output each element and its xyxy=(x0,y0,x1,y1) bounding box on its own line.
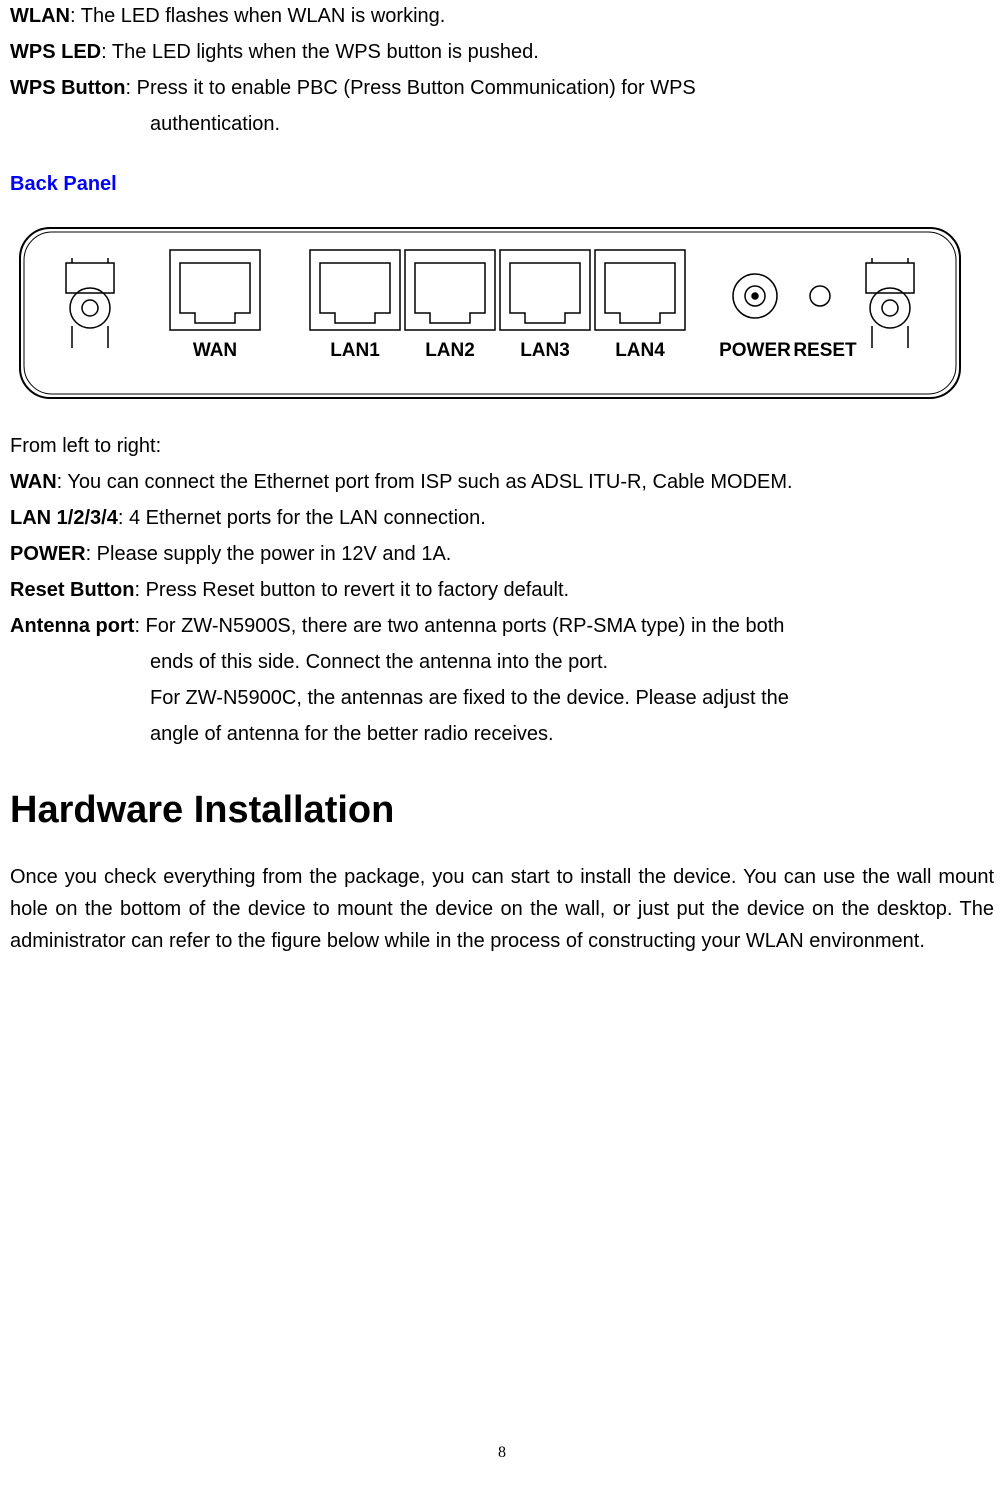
wlan-desc: : The LED flashes when WLAN is working. xyxy=(70,5,445,27)
panel-label-reset: RESET xyxy=(793,340,857,361)
power-desc: : Please supply the power in 12V and 1A. xyxy=(86,543,452,565)
panel-label-wan: WAN xyxy=(193,340,237,361)
wan-term: WAN xyxy=(10,471,57,493)
reset-term: Reset Button xyxy=(10,579,134,601)
lan-term: LAN 1/2/3/4 xyxy=(10,507,118,529)
lan-definition: LAN 1/2/3/4: 4 Ethernet ports for the LA… xyxy=(10,502,994,534)
page-number: 8 xyxy=(0,1440,1004,1466)
antenna-continuation-2: For ZW-N5900C, the antennas are fixed to… xyxy=(150,682,994,714)
panel-label-power: POWER xyxy=(719,340,791,361)
panel-label-lan4: LAN4 xyxy=(615,340,665,361)
panel-label-lan1: LAN1 xyxy=(330,340,380,361)
panel-label-lan3: LAN3 xyxy=(520,340,570,361)
wps-button-term: WPS Button xyxy=(10,77,126,99)
wan-desc: : You can connect the Ethernet port from… xyxy=(57,471,793,493)
lan-desc: : 4 Ethernet ports for the LAN connectio… xyxy=(118,507,486,529)
power-term: POWER xyxy=(10,543,86,565)
wps-button-desc: : Press it to enable PBC (Press Button C… xyxy=(126,77,696,99)
hardware-paragraph: Once you check everything from the packa… xyxy=(10,861,994,957)
wps-button-continuation: authentication. xyxy=(150,108,994,140)
back-panel-diagram: WAN LAN1 LAN2 LAN3 LAN4 POWER RESET xyxy=(10,208,994,418)
wps-led-desc: : The LED lights when the WPS button is … xyxy=(101,41,539,63)
antenna-continuation-3: angle of antenna for the better radio re… xyxy=(150,718,994,750)
wlan-definition: WLAN: The LED flashes when WLAN is worki… xyxy=(10,0,994,32)
power-definition: POWER: Please supply the power in 12V an… xyxy=(10,538,994,570)
wps-button-definition: WPS Button: Press it to enable PBC (Pres… xyxy=(10,72,994,104)
from-left-text: From left to right: xyxy=(10,430,994,462)
reset-desc: : Press Reset button to revert it to fac… xyxy=(134,579,569,601)
back-panel-heading: Back Panel xyxy=(10,168,994,200)
wps-led-term: WPS LED xyxy=(10,41,101,63)
antenna-term: Antenna port xyxy=(10,615,134,637)
wps-led-definition: WPS LED: The LED lights when the WPS but… xyxy=(10,36,994,68)
wan-definition: WAN: You can connect the Ethernet port f… xyxy=(10,466,994,498)
antenna-definition: Antenna port: For ZW-N5900S, there are t… xyxy=(10,610,994,642)
wlan-term: WLAN xyxy=(10,5,70,27)
antenna-desc: : For ZW-N5900S, there are two antenna p… xyxy=(134,615,784,637)
panel-label-lan2: LAN2 xyxy=(425,340,475,361)
antenna-continuation-1: ends of this side. Connect the antenna i… xyxy=(150,646,994,678)
reset-definition: Reset Button: Press Reset button to reve… xyxy=(10,574,994,606)
hardware-installation-heading: Hardware Installation xyxy=(10,780,994,841)
